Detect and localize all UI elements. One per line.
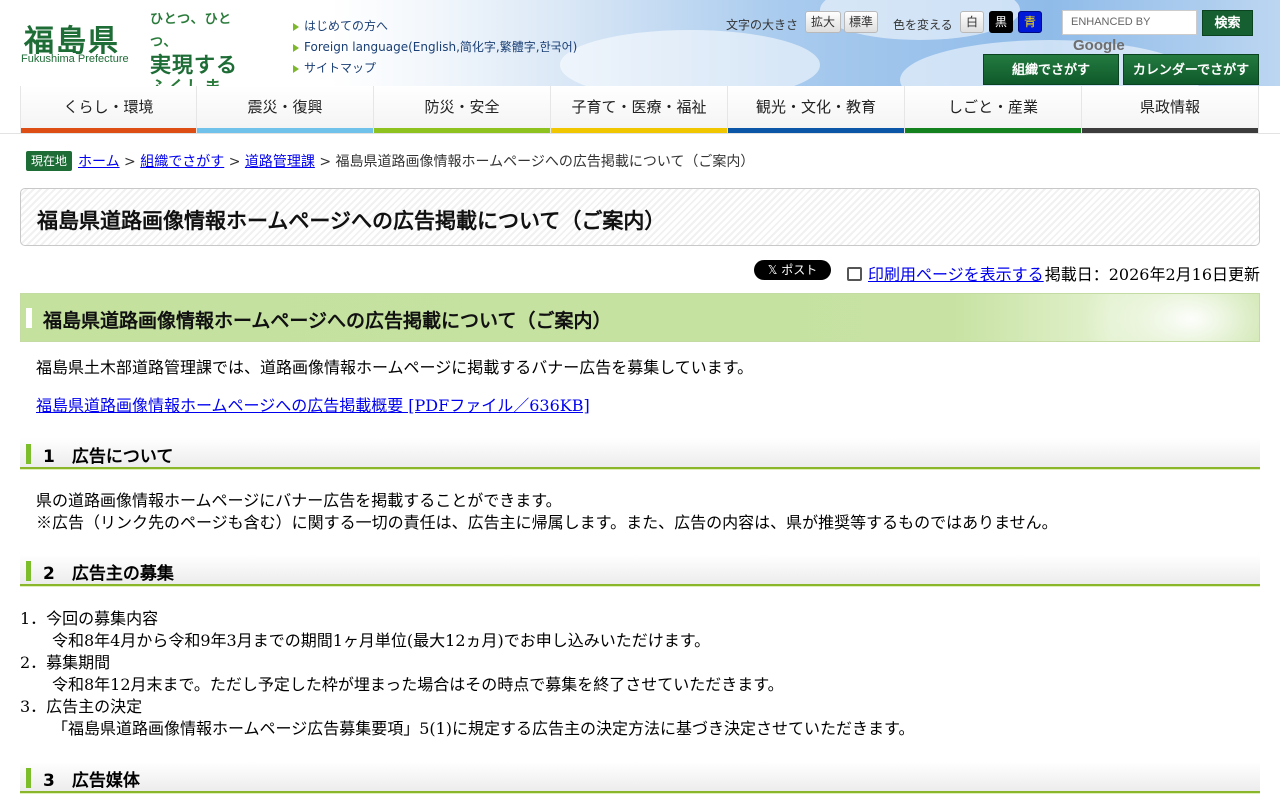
nav-item-label: 観光・文化・教育 (755, 98, 876, 116)
nav-item-label: くらし・環境 (63, 98, 154, 116)
font-standard-button[interactable]: 標準 (844, 11, 878, 33)
list-item-head: 1．今回の募集内容 (20, 609, 159, 628)
sitemap-link[interactable]: サイトマップ (293, 58, 577, 79)
color-black-button[interactable]: 黒 (989, 11, 1013, 33)
triangle-bullet-icon (293, 43, 299, 52)
search-button[interactable]: 検索 (1202, 10, 1253, 36)
search-by-calendar-button[interactable]: カレンダーでさがす (1123, 54, 1259, 85)
nav-item-2[interactable]: 震災・復興 (197, 86, 374, 133)
nav-item-label: 震災・復興 (247, 98, 323, 116)
subheading-2: 2 広告主の募集 (20, 555, 1260, 587)
heading-accent (26, 308, 32, 328)
subheading-1-text: 1 広告について (43, 447, 174, 467)
nav-item-5[interactable]: 観光・文化・教育 (728, 86, 905, 133)
font-enlarge-button[interactable]: 拡大 (805, 11, 841, 33)
triangle-bullet-icon (293, 22, 299, 31)
header-links: はじめての方へ Foreign language(English,简化字,繁體字… (293, 16, 577, 79)
slogan-logo: ひとつ、ひとつ、 実現する ふくしま (150, 8, 250, 86)
breadcrumb-separator: > (119, 154, 141, 170)
current-location-badge: 現在地 (26, 151, 73, 171)
breadcrumb: 現在地 ホーム > 組織でさがす > 道路管理課 > 福島県道路画像情報ホームペー… (26, 151, 754, 171)
section-heading-band: 福島県道路画像情報ホームページへの広告掲載について（ご案内） (20, 293, 1260, 342)
triangle-bullet-icon (293, 64, 299, 73)
printer-icon (847, 267, 862, 281)
search-by-organization-button[interactable]: 組織でさがす (983, 54, 1119, 85)
breadcrumb-road-management-link[interactable]: 道路管理課 (245, 154, 315, 170)
nav-item-4[interactable]: 子育て・医療・福祉 (551, 86, 728, 133)
color-change-label: 色を変える (893, 18, 953, 32)
color-blue-button[interactable]: 青 (1018, 11, 1042, 33)
decorative-glow (1081, 294, 1259, 341)
list-item-head: 2．募集期間 (20, 653, 111, 672)
nav-item-label: 県政情報 (1139, 98, 1200, 116)
print-page-link[interactable]: 印刷用ページを表示する (868, 265, 1044, 284)
breadcrumb-separator: > (224, 154, 245, 170)
global-nav: くらし・環境 震災・復興 防災・安全 子育て・医療・福祉 観光・文化・教育 しごと・産業 県… (20, 86, 1260, 133)
nav-item-3[interactable]: 防災・安全 (374, 86, 551, 133)
nav-item-7[interactable]: 県政情報 (1082, 86, 1259, 133)
nav-item-1[interactable]: くらし・環境 (20, 86, 197, 133)
list-item-body: 令和8年12月末まで。ただし予定した枠が埋まった場合はその時点で募集を終了させて… (52, 675, 784, 694)
first-visit-link[interactable]: はじめての方へ (293, 16, 577, 37)
breadcrumb-current: 福島県道路画像情報ホームページへの広告掲載について（ご案内） (335, 154, 755, 170)
x-post-button[interactable]: 𝕏 ポスト (754, 260, 831, 280)
subheading-mark (26, 444, 31, 464)
page-title-box: 福島県道路画像情報ホームページへの広告掲載について（ご案内） (20, 188, 1260, 246)
breadcrumb-home-link[interactable]: ホーム (78, 154, 120, 170)
font-size-label: 文字の大きさ (726, 18, 799, 32)
published-date: 掲載日：2026年2月16日更新 (1044, 265, 1260, 284)
site-logo-subtitle[interactable]: Fukushima Prefecture (21, 53, 129, 65)
recruit-list: 1．今回の募集内容 令和8年4月から令和9年3月までの期間1ヶ月単位(最大12ヵ… (20, 608, 914, 740)
subheading-3-text: 3 広告媒体 (43, 771, 140, 791)
nav-item-label: しごと・産業 (947, 98, 1038, 116)
nav-divider (0, 133, 1280, 134)
subheading-mark (26, 561, 31, 581)
list-item-body: 「福島県道路画像情報ホームページ広告募集要項」5(1)に規定する広告主の決定方法… (52, 719, 915, 738)
pdf-overview-link[interactable]: 福島県道路画像情報ホームページへの広告掲載概要 [PDFファイル／636KB] (36, 396, 590, 415)
slogan-line: 実現する (150, 53, 238, 77)
section1-line: 県の道路画像情報ホームページにバナー広告を掲載することができます。 (36, 491, 562, 510)
color-white-button[interactable]: 白 (960, 11, 984, 33)
google-brand: Google (1073, 37, 1125, 54)
list-item-body: 令和8年4月から令和9年3月までの期間1ヶ月単位(最大12ヵ月)でお申し込みいた… (52, 631, 711, 650)
page-title: 福島県道路画像情報ホームページへの広告掲載について（ご案内） (37, 209, 666, 233)
sky-cloud (560, 30, 820, 86)
nav-item-6[interactable]: しごと・産業 (905, 86, 1082, 133)
section1-line: ※広告（リンク先のページも含む）に関する一切の責任は、広告主に帰属します。また、… (36, 513, 1058, 532)
subheading-2-text: 2 広告主の募集 (43, 564, 174, 584)
print-link-container: 印刷用ページを表示する (847, 261, 1044, 285)
slogan-line: ふくしま (150, 77, 250, 86)
breadcrumb-separator: > (314, 154, 336, 170)
nav-item-label: 防災・安全 (424, 98, 500, 116)
section-heading: 福島県道路画像情報ホームページへの広告掲載について（ご案内） (43, 310, 612, 332)
search-input[interactable]: ENHANCED BY Google (1062, 10, 1197, 54)
subheading-mark (26, 768, 31, 788)
site-header: 福島県 Fukushima Prefecture ひとつ、ひとつ、 実現する ふ… (0, 0, 1280, 86)
breadcrumb-organization-link[interactable]: 組織でさがす (140, 154, 224, 170)
subheading-1: 1 広告について (20, 438, 1260, 470)
foreign-language-link[interactable]: Foreign language(English,简化字,繁體字,한국어) (293, 37, 577, 58)
list-item-head: 3．広告主の決定 (20, 697, 143, 716)
subheading-3: 3 広告媒体 (20, 762, 1260, 794)
nav-item-label: 子育て・医療・福祉 (571, 98, 707, 116)
intro-text: 福島県土木部道路管理課では、道路画像情報ホームページに掲載するバナー広告を募集し… (36, 358, 754, 377)
slogan-line: ひとつ、ひとつ、 (150, 12, 233, 50)
